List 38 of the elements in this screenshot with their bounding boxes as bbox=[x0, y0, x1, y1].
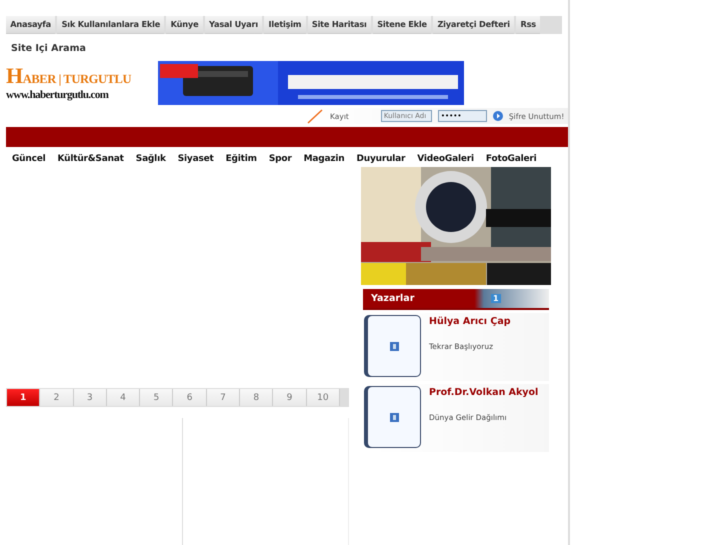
nav-tab[interactable]: Sık Kullanılanlara Ekle bbox=[57, 16, 164, 34]
nav-tab[interactable]: Site Haritası bbox=[308, 16, 371, 34]
page-tab[interactable]: 9 bbox=[273, 389, 307, 406]
menu-link[interactable]: Sağlık bbox=[136, 154, 166, 164]
menu-link[interactable]: Magazin bbox=[304, 154, 344, 164]
page-tab[interactable]: 10 bbox=[306, 389, 340, 406]
menu-link[interactable]: FotoGaleri bbox=[486, 154, 537, 164]
menu-link[interactable]: Duyurular bbox=[356, 154, 406, 164]
site-search-link[interactable]: Site Içi Arama bbox=[11, 43, 86, 54]
nav-tab[interactable]: Iletişim bbox=[264, 16, 306, 34]
page-tab[interactable]: 7 bbox=[206, 389, 240, 406]
page-tab[interactable]: 2 bbox=[40, 389, 74, 406]
page-tab[interactable]: 6 bbox=[173, 389, 207, 406]
page-tab[interactable]: 3 bbox=[74, 389, 107, 406]
page-tab[interactable]: 1 bbox=[7, 389, 40, 406]
swoosh-line bbox=[306, 108, 324, 124]
nav-tab[interactable]: Rss bbox=[516, 16, 540, 34]
nav-tab[interactable]: Anasayfa bbox=[6, 16, 56, 34]
menu-link[interactable]: Spor bbox=[268, 154, 292, 164]
image-placeholder-icon bbox=[390, 412, 398, 422]
menu-link[interactable]: Eğitim bbox=[226, 154, 257, 164]
nav-tab[interactable]: Sitene Ekle bbox=[372, 16, 432, 34]
nav-tab[interactable]: Yasal Uyarı bbox=[204, 16, 262, 34]
nav-tab[interactable]: Ziyaretçi Defteri bbox=[433, 16, 514, 34]
menu-link[interactable]: Kültür&Sanat bbox=[58, 154, 124, 164]
menu-link[interactable]: VideoGaleri bbox=[417, 154, 474, 164]
site-logo[interactable]: HABER | TURGUTLU www.haberturgutlu.com bbox=[6, 61, 154, 105]
author-name[interactable]: Prof.Dr.Volkan Akyol bbox=[429, 387, 538, 398]
menu-link[interactable]: Güncel bbox=[12, 154, 46, 164]
nav-tab[interactable]: Künye bbox=[166, 16, 203, 34]
writers-header: Yazarlar 1 bbox=[363, 289, 549, 310]
page-tab[interactable]: 8 bbox=[240, 389, 274, 406]
page-tab[interactable]: 4 bbox=[106, 389, 140, 406]
page-tab[interactable]: 5 bbox=[140, 389, 174, 406]
author-name[interactable]: Hülya Arıcı Çap bbox=[429, 316, 511, 327]
image-placeholder-icon bbox=[390, 342, 398, 350]
page-number[interactable]: 1 bbox=[491, 294, 501, 303]
menu-link[interactable]: Siyaset bbox=[178, 154, 214, 164]
